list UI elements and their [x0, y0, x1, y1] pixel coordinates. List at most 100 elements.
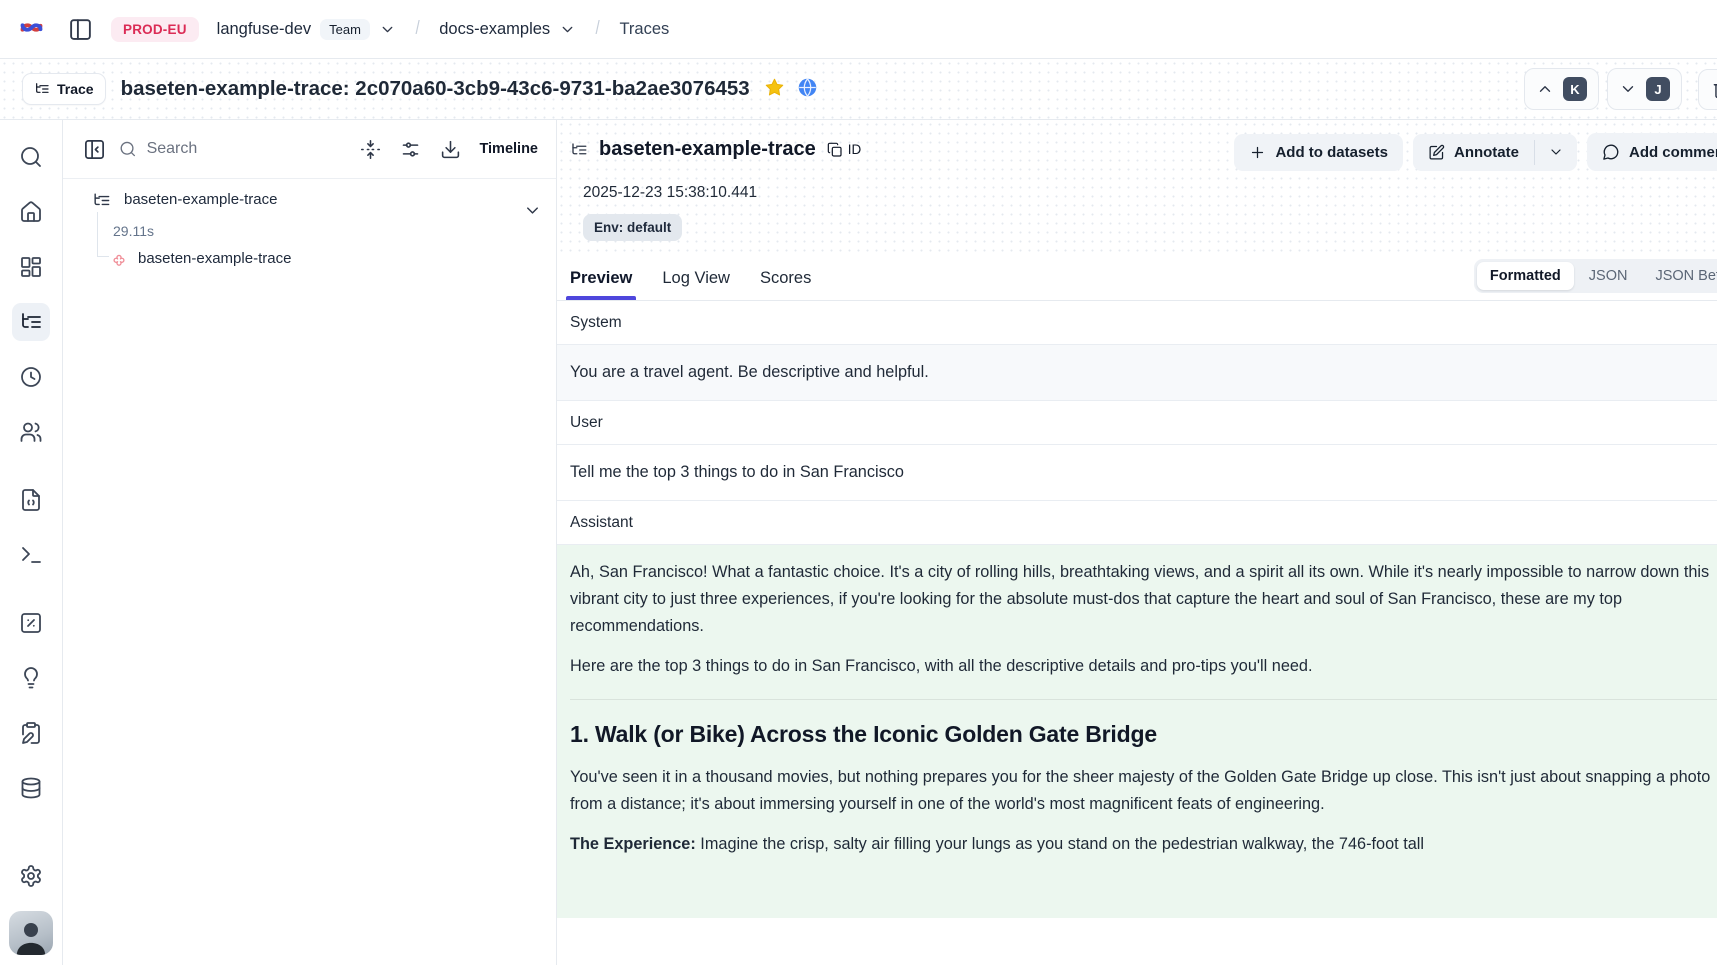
detail-actions: Add to datasets Annotate	[1234, 133, 1717, 171]
tree-search-input[interactable]	[147, 140, 346, 158]
fold-vertical-icon	[360, 139, 381, 160]
id-label: ID	[848, 142, 862, 157]
tree-child-node[interactable]: baseten-example-trace	[63, 249, 556, 269]
system-message-content: You are a travel agent. Be descriptive a…	[557, 344, 1717, 401]
rail-playground[interactable]	[12, 536, 50, 574]
assistant-paragraph: The Experience: Imagine the crisp, salty…	[570, 831, 1717, 858]
org-type-badge: Team	[320, 19, 370, 40]
tree-child-label[interactable]: baseten-example-trace	[138, 249, 291, 269]
previous-trace-button[interactable]: K	[1524, 68, 1599, 110]
org-switcher[interactable]: langfuse-dev Team	[217, 19, 396, 40]
assistant-paragraph: Here are the top 3 things to do in San F…	[570, 653, 1717, 680]
users-icon	[19, 420, 43, 444]
assistant-heading: 1. Walk (or Bike) Across the Iconic Gold…	[570, 721, 1717, 748]
home-icon	[19, 200, 43, 224]
rail-dashboards[interactable]	[12, 248, 50, 286]
app-root: PROD-EU langfuse-dev Team / docs-example…	[0, 0, 1717, 965]
user-message-content: Tell me the top 3 things to do in San Fr…	[557, 444, 1717, 501]
langfuse-logo-icon[interactable]	[18, 14, 45, 45]
rail-evaluation[interactable]	[12, 604, 50, 642]
chevron-down-icon[interactable]	[523, 201, 542, 220]
trace-type-badge: Trace	[22, 73, 106, 105]
rail-search[interactable]	[12, 138, 50, 176]
comment-bubble-icon	[1602, 143, 1620, 161]
system-role-label: System	[557, 301, 1717, 344]
tab-log-view[interactable]: Log View	[662, 259, 730, 300]
detail-header: baseten-example-trace ID Add to datasets	[557, 120, 1717, 255]
chevron-down-icon	[1619, 80, 1637, 98]
assistant-message-content: Ah, San Francisco! What a fantastic choi…	[557, 544, 1717, 918]
view-settings-button[interactable]	[395, 134, 425, 164]
tree-root-duration: 29.11s	[63, 220, 556, 243]
collapse-panel-button[interactable]	[79, 134, 109, 164]
plus-icon	[1249, 144, 1266, 161]
trace-peek-header: Trace baseten-example-trace: 2c070a60-3c…	[0, 59, 1717, 120]
assistant-message: Assistant Ah, San Francisco! What a fant…	[557, 501, 1717, 918]
trace-title: baseten-example-trace: 2c070a60-3cb9-43c…	[121, 77, 750, 101]
tab-preview[interactable]: Preview	[570, 259, 632, 300]
format-option-json-beta[interactable]: JSON Beta	[1642, 262, 1717, 290]
rail-insights[interactable]	[12, 659, 50, 697]
next-trace-button[interactable]: J	[1607, 68, 1682, 110]
square-percent-icon	[19, 611, 43, 635]
environment-badge: PROD-EU	[111, 17, 199, 42]
timeline-toggle-label[interactable]: Timeline	[479, 141, 538, 157]
delete-trace-button[interactable]	[1698, 69, 1717, 110]
tree-root-label[interactable]: baseten-example-trace	[124, 190, 277, 210]
rail-prompts[interactable]	[12, 481, 50, 519]
download-button[interactable]	[435, 134, 465, 164]
chevron-down-icon	[559, 21, 576, 38]
tree-root-node[interactable]: baseten-example-trace	[63, 190, 556, 220]
rail-annotation-queues[interactable]	[12, 714, 50, 752]
add-to-datasets-button[interactable]: Add to datasets	[1234, 134, 1403, 171]
rail-settings[interactable]	[12, 857, 50, 895]
search-icon	[19, 145, 43, 169]
public-globe-icon[interactable]	[797, 77, 818, 102]
trace-detail-pane: baseten-example-trace ID Add to datasets	[557, 120, 1717, 965]
add-comment-button[interactable]: Add comment	[1587, 133, 1717, 171]
trash-icon	[1712, 80, 1717, 99]
user-avatar[interactable]	[9, 911, 53, 955]
annotate-split-button: Annotate	[1413, 134, 1577, 171]
user-role-label: User	[557, 401, 1717, 444]
markdown-divider	[570, 699, 1717, 700]
message-list: System You are a travel agent. Be descri…	[557, 301, 1717, 965]
project-switcher[interactable]: docs-examples	[439, 20, 576, 39]
square-pen-icon	[1428, 144, 1445, 161]
breadcrumb: langfuse-dev Team / docs-examples / Trac…	[217, 18, 670, 40]
rail-sessions[interactable]	[12, 358, 50, 396]
rail-home[interactable]	[12, 193, 50, 231]
breadcrumb-page[interactable]: Traces	[619, 20, 669, 39]
tree-search	[119, 139, 345, 159]
project-name: docs-examples	[439, 20, 550, 39]
copy-icon	[827, 142, 843, 158]
observation-tree: baseten-example-trace 29.11s baseten-exa…	[63, 179, 556, 269]
org-name: langfuse-dev	[217, 20, 311, 39]
tree-connector-elbow	[97, 256, 109, 257]
annotate-dropdown-button[interactable]	[1535, 134, 1577, 171]
dashboard-grid-icon	[19, 255, 43, 279]
detail-title: baseten-example-trace	[599, 138, 816, 161]
search-icon	[119, 139, 137, 159]
rail-users[interactable]	[12, 413, 50, 451]
annotate-button[interactable]: Annotate	[1413, 134, 1534, 171]
trace-tree-icon	[34, 81, 50, 97]
sidebar-toggle-button[interactable]	[63, 12, 97, 46]
tab-scores[interactable]: Scores	[760, 259, 811, 300]
breadcrumb-separator: /	[415, 18, 419, 40]
format-option-formatted[interactable]: Formatted	[1477, 262, 1574, 290]
user-message: User Tell me the top 3 things to do in S…	[557, 401, 1717, 501]
tree-connector-vertical	[97, 212, 98, 256]
assistant-bold-label: The Experience:	[570, 835, 696, 853]
shortcut-key-j: J	[1646, 77, 1670, 101]
assistant-paragraph: You've seen it in a thousand movies, but…	[570, 764, 1717, 818]
trace-tree-panel: Timeline baseten-example-trace 29.11s	[63, 120, 557, 965]
chevron-down-icon	[1548, 144, 1564, 160]
rail-datasets[interactable]	[12, 769, 50, 807]
copy-id-button[interactable]: ID	[827, 142, 862, 158]
rail-tracing[interactable]	[12, 303, 50, 341]
bookmark-star-icon[interactable]	[764, 77, 785, 102]
env-default-badge: Env: default	[583, 214, 682, 241]
format-option-json[interactable]: JSON	[1576, 262, 1641, 290]
collapse-all-button[interactable]	[355, 134, 385, 164]
